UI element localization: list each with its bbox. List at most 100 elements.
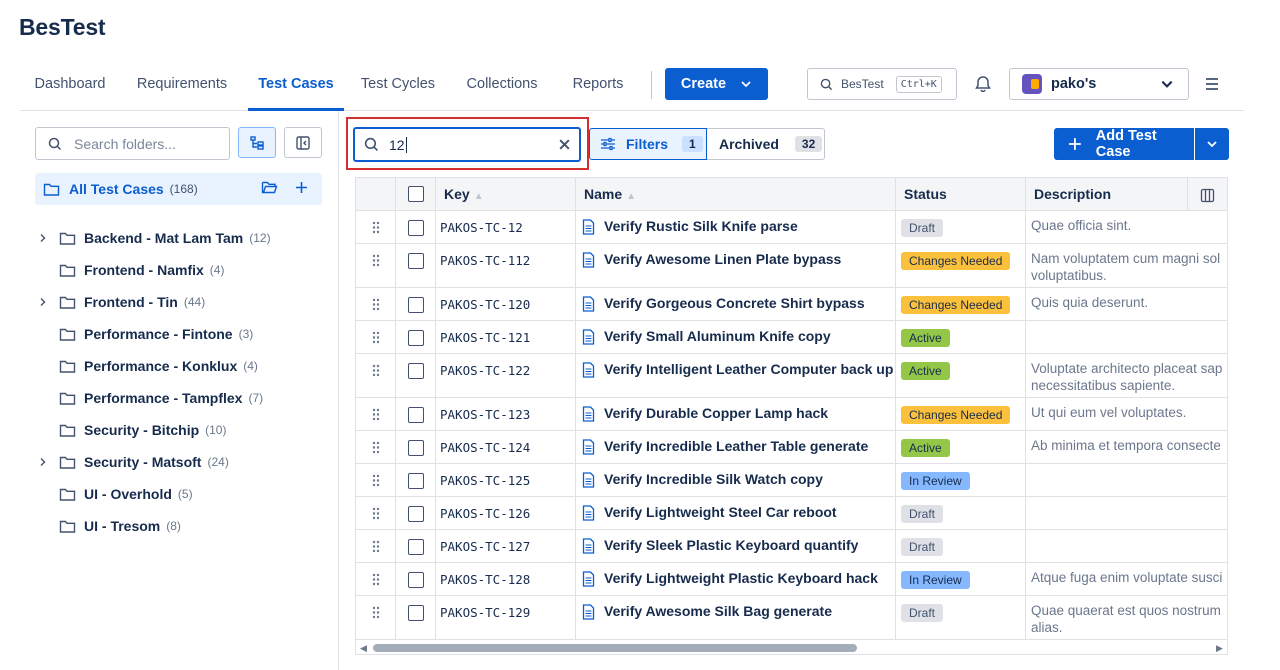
tab-collections[interactable]: Collections [460, 60, 544, 110]
scroll-right-icon[interactable]: ▶ [1216, 643, 1223, 654]
table-row[interactable]: PAKOS-TC-122 Verify Intelligent Leather C… [356, 354, 1227, 398]
folder-item[interactable]: Performance - Fintone (3) [35, 320, 322, 348]
test-case-key[interactable]: PAKOS-TC-129 [440, 605, 530, 620]
test-case-name[interactable]: Verify Rustic Silk Knife parse [604, 218, 798, 234]
table-row[interactable]: PAKOS-TC-128 Verify Lightweight Plastic K… [356, 563, 1227, 596]
tab-dashboard[interactable]: Dashboard [20, 60, 120, 110]
filters-button[interactable]: Filters 1 [589, 128, 707, 160]
folder-search-input[interactable]: Search folders... [35, 127, 230, 160]
clear-search-icon[interactable] [558, 138, 571, 151]
horizontal-scrollbar[interactable]: ◀ ▶ [356, 640, 1227, 654]
table-row[interactable]: PAKOS-TC-121 Verify Small Aluminum Knife … [356, 321, 1227, 354]
select-all-checkbox[interactable] [408, 186, 424, 202]
scrollbar-thumb[interactable] [373, 644, 857, 652]
table-row[interactable]: PAKOS-TC-123 Verify Durable Copper Lamp h… [356, 398, 1227, 431]
test-case-name[interactable]: Verify Incredible Silk Watch copy [604, 471, 823, 487]
chevron-right-icon[interactable] [38, 457, 48, 467]
drag-handle-icon[interactable] [372, 606, 380, 619]
add-folder-icon[interactable] [294, 180, 309, 195]
header-status[interactable]: Status [896, 178, 1026, 211]
collapse-sidebar-button[interactable] [284, 127, 322, 158]
column-settings[interactable] [1188, 178, 1227, 211]
row-checkbox[interactable] [408, 297, 424, 313]
test-case-name[interactable]: Verify Awesome Silk Bag generate [604, 603, 832, 619]
folder-item[interactable]: Security - Matsoft (24) [35, 448, 322, 476]
test-case-name[interactable]: Verify Durable Copper Lamp hack [604, 405, 828, 421]
tab-test-cycles[interactable]: Test Cycles [356, 60, 440, 110]
test-case-key[interactable]: PAKOS-TC-123 [440, 407, 530, 422]
folder-item[interactable]: Frontend - Tin (44) [35, 288, 322, 316]
row-checkbox[interactable] [408, 220, 424, 236]
table-row[interactable]: PAKOS-TC-126 Verify Lightweight Steel Car… [356, 497, 1227, 530]
add-test-case-button[interactable]: Add Test Case [1054, 128, 1194, 160]
all-test-cases-folder[interactable]: All Test Cases (168) [35, 173, 322, 205]
test-case-key[interactable]: PAKOS-TC-122 [440, 363, 530, 378]
row-checkbox[interactable] [408, 363, 424, 379]
drag-handle-icon[interactable] [372, 221, 380, 234]
table-row[interactable]: PAKOS-TC-127 Verify Sleek Plastic Keyboar… [356, 530, 1227, 563]
table-row[interactable]: PAKOS-TC-125 Verify Incredible Silk Watch… [356, 464, 1227, 497]
menu-icon[interactable] [1203, 75, 1221, 93]
row-checkbox[interactable] [408, 605, 424, 621]
test-case-name[interactable]: Verify Intelligent Leather Computer back… [604, 361, 893, 377]
row-checkbox[interactable] [408, 253, 424, 269]
row-checkbox[interactable] [408, 506, 424, 522]
folder-open-icon[interactable] [261, 180, 278, 195]
drag-handle-icon[interactable] [372, 331, 380, 344]
folder-item[interactable]: Performance - Konklux (4) [35, 352, 322, 380]
header-name[interactable]: Name ▲ [576, 178, 896, 211]
add-test-case-dropdown[interactable] [1195, 128, 1229, 160]
folder-item[interactable]: Security - Bitchip (10) [35, 416, 322, 444]
row-checkbox[interactable] [408, 473, 424, 489]
drag-handle-icon[interactable] [372, 364, 380, 377]
tab-requirements[interactable]: Requirements [128, 60, 236, 110]
table-row[interactable]: PAKOS-TC-124 Verify Incredible Leather Ta… [356, 431, 1227, 464]
table-row[interactable]: PAKOS-TC-12 Verify Rustic Silk Knife pars… [356, 211, 1227, 244]
row-checkbox[interactable] [408, 330, 424, 346]
test-case-key[interactable]: PAKOS-TC-12 [440, 220, 523, 235]
row-checkbox[interactable] [408, 572, 424, 588]
tab-reports[interactable]: Reports [566, 60, 630, 110]
test-case-key[interactable]: PAKOS-TC-120 [440, 297, 530, 312]
drag-handle-icon[interactable] [372, 408, 380, 421]
drag-handle-icon[interactable] [372, 507, 380, 520]
folder-expander[interactable] [35, 457, 51, 467]
row-checkbox[interactable] [408, 407, 424, 423]
row-checkbox[interactable] [408, 440, 424, 456]
test-case-key[interactable]: PAKOS-TC-127 [440, 539, 530, 554]
scroll-left-icon[interactable]: ◀ [360, 643, 367, 654]
folder-item[interactable]: Backend - Mat Lam Tam (12) [35, 224, 322, 252]
drag-handle-icon[interactable] [372, 540, 380, 553]
folder-item[interactable]: Frontend - Namfix (4) [35, 256, 322, 284]
test-case-name[interactable]: Verify Small Aluminum Knife copy [604, 328, 831, 344]
archived-button[interactable]: Archived 32 [707, 128, 825, 160]
global-search[interactable]: BesTest Ctrl+K [807, 68, 957, 100]
test-case-name[interactable]: Verify Awesome Linen Plate bypass [604, 251, 841, 267]
table-row[interactable]: PAKOS-TC-112 Verify Awesome Linen Plate b… [356, 244, 1227, 288]
test-case-name[interactable]: Verify Lightweight Steel Car reboot [604, 504, 837, 520]
test-case-key[interactable]: PAKOS-TC-126 [440, 506, 530, 521]
drag-handle-icon[interactable] [372, 474, 380, 487]
folder-item[interactable]: UI - Tresom (8) [35, 512, 322, 540]
chevron-right-icon[interactable] [38, 297, 48, 307]
test-case-key[interactable]: PAKOS-TC-124 [440, 440, 530, 455]
tree-view-button[interactable] [238, 127, 276, 158]
workspace-selector[interactable]: pako's [1009, 68, 1189, 100]
drag-handle-icon[interactable] [372, 298, 380, 311]
drag-handle-icon[interactable] [372, 573, 380, 586]
test-case-name[interactable]: Verify Incredible Leather Table generate [604, 438, 868, 454]
test-case-search-input[interactable]: 12 [353, 127, 581, 162]
test-case-name[interactable]: Verify Sleek Plastic Keyboard quantify [604, 537, 858, 553]
test-case-key[interactable]: PAKOS-TC-121 [440, 330, 530, 345]
row-checkbox[interactable] [408, 539, 424, 555]
tab-test-cases[interactable]: Test Cases [248, 60, 344, 111]
folder-expander[interactable] [35, 297, 51, 307]
header-key[interactable]: Key ▲ [436, 178, 576, 211]
folder-expander[interactable] [35, 233, 51, 243]
drag-handle-icon[interactable] [372, 441, 380, 454]
test-case-name[interactable]: Verify Lightweight Plastic Keyboard hack [604, 570, 878, 586]
folder-item[interactable]: UI - Overhold (5) [35, 480, 322, 508]
chevron-right-icon[interactable] [38, 233, 48, 243]
header-description[interactable]: Description [1026, 178, 1188, 211]
create-button[interactable]: Create [665, 68, 768, 100]
